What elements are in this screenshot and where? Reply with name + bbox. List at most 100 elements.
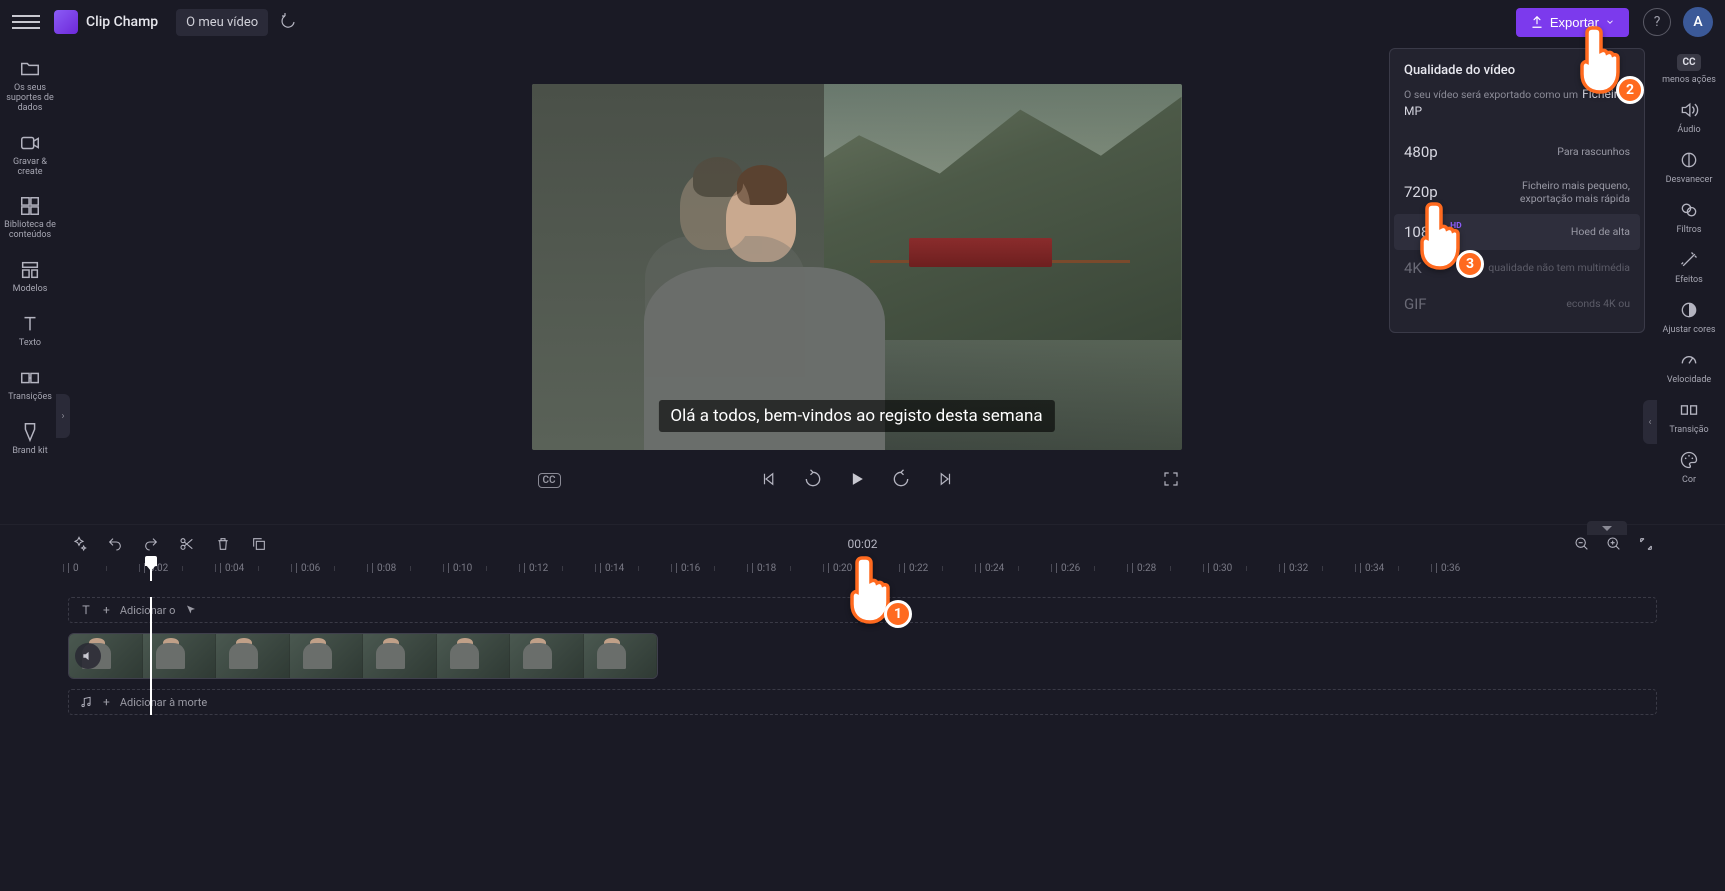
quality-option-720p[interactable]: 720pFicheiro mais pequeno, exportação ma… bbox=[1394, 170, 1640, 214]
sidebar-item-color[interactable]: Cor bbox=[1678, 449, 1700, 485]
sidebar-item-media[interactable]: Os seus suportes de dados bbox=[2, 50, 58, 122]
play-button[interactable] bbox=[846, 468, 868, 490]
duplicate-button[interactable] bbox=[250, 535, 268, 553]
audio-track[interactable]: + Adicionar à morte bbox=[68, 689, 1657, 715]
library-icon bbox=[19, 195, 41, 217]
timeline-ruler[interactable]: 00:020:040:060:080:100:120:140:160:180:2… bbox=[68, 563, 1657, 587]
split-button[interactable] bbox=[178, 535, 196, 553]
sidebar-item-effects[interactable]: Efeitos bbox=[1675, 249, 1703, 285]
playhead-line[interactable] bbox=[150, 597, 152, 715]
app-logo bbox=[54, 10, 78, 34]
sidebar-item-text[interactable]: Texto bbox=[2, 305, 58, 357]
video-frame bbox=[532, 84, 1182, 450]
quality-option-480p[interactable]: 480pPara rascunhos bbox=[1394, 134, 1640, 170]
sidebar-item-label: Modelos bbox=[13, 285, 48, 295]
palette-icon bbox=[1678, 449, 1700, 471]
transition-icon bbox=[1678, 399, 1700, 421]
zoom-fit-button[interactable] bbox=[1637, 535, 1655, 553]
ruler-tick: 0:22 bbox=[904, 563, 928, 574]
timeline-tracks: + Adicionar o + Adicionar à morte bbox=[68, 597, 1657, 715]
clip-thumbnail bbox=[584, 634, 658, 678]
sync-icon[interactable] bbox=[278, 12, 298, 32]
video-canvas[interactable]: Olá a todos, bem-vindos ao registo desta… bbox=[532, 84, 1182, 450]
sidebar-item-label: Brand kit bbox=[12, 447, 47, 457]
sidebar-item-audio[interactable]: Áudio bbox=[1677, 99, 1700, 135]
zoom-out-button[interactable] bbox=[1573, 535, 1591, 553]
sidebar-item-transitions[interactable]: Transições bbox=[2, 359, 58, 411]
fullscreen-button[interactable] bbox=[1160, 468, 1182, 490]
contrast-icon bbox=[1678, 299, 1700, 321]
clip-thumbnail bbox=[216, 634, 290, 678]
text-track[interactable]: + Adicionar o bbox=[68, 597, 1657, 623]
text-icon bbox=[79, 603, 93, 617]
camera-icon bbox=[19, 132, 41, 154]
clip-thumbnail bbox=[363, 634, 437, 678]
ruler-tick: 0:20 bbox=[828, 563, 852, 574]
skip-start-button[interactable] bbox=[758, 468, 780, 490]
ruler-tick: 0:12 bbox=[524, 563, 548, 574]
sidebar-item-library[interactable]: Biblioteca de conteúdos bbox=[2, 187, 58, 249]
expand-right-button[interactable]: ‹ bbox=[1643, 400, 1657, 444]
export-button[interactable]: Exportar bbox=[1516, 8, 1629, 37]
captions-toggle[interactable]: CC bbox=[538, 473, 561, 488]
topbar: Clip Champ O meu vídeo Exportar ? A bbox=[0, 0, 1725, 44]
sidebar-item-adjustcolors[interactable]: Ajustar cores bbox=[1663, 299, 1716, 335]
zoom-in-button[interactable] bbox=[1605, 535, 1623, 553]
timeline-area: 00:02 00:020:040:060:080:100:120:140:160… bbox=[0, 524, 1725, 715]
forward-button[interactable] bbox=[890, 468, 912, 490]
cursor-icon bbox=[185, 604, 197, 616]
transitions-icon bbox=[19, 367, 41, 389]
export-quality-popover: Qualidade do vídeo O seu vídeo será expo… bbox=[1389, 48, 1645, 333]
redo-button[interactable] bbox=[142, 535, 160, 553]
sidebar-item-templates[interactable]: Modelos bbox=[2, 251, 58, 303]
help-button[interactable]: ? bbox=[1643, 8, 1671, 36]
folder-icon bbox=[19, 58, 41, 80]
filters-icon bbox=[1678, 199, 1700, 221]
sidebar-right: CC menos ações Áudio Desvanecer Filtros … bbox=[1653, 44, 1725, 524]
ruler-tick: 0:18 bbox=[752, 563, 776, 574]
user-avatar[interactable]: A bbox=[1683, 7, 1713, 37]
sidebar-item-speed[interactable]: Velocidade bbox=[1667, 349, 1711, 385]
clip-thumbnail bbox=[143, 634, 217, 678]
speed-icon bbox=[1678, 349, 1700, 371]
cc-icon: CC bbox=[1677, 54, 1700, 71]
sidebar-item-filters[interactable]: Filtros bbox=[1676, 199, 1701, 235]
ruler-tick: 0:32 bbox=[1284, 563, 1308, 574]
sidebar-item-record[interactable]: Gravar & create bbox=[2, 124, 58, 186]
timeline-timecode: 00:02 bbox=[848, 537, 878, 551]
ruler-tick: 0:04 bbox=[220, 563, 244, 574]
project-title[interactable]: O meu vídeo bbox=[176, 9, 268, 36]
ruler-tick: 0:14 bbox=[600, 563, 624, 574]
add-icon: + bbox=[103, 603, 110, 617]
quality-option-1080p[interactable]: 1080pHDHoed de alta bbox=[1394, 214, 1640, 250]
speaker-icon bbox=[1678, 99, 1700, 121]
popover-subtitle: O seu vídeo será exportado como umFichei… bbox=[1404, 86, 1630, 120]
skip-end-button[interactable] bbox=[934, 468, 956, 490]
delete-button[interactable] bbox=[214, 535, 232, 553]
player-controls: CC bbox=[532, 468, 1182, 490]
sidebar-item-captions[interactable]: CC menos ações bbox=[1662, 54, 1716, 85]
sidebar-item-transition[interactable]: Transição bbox=[1669, 399, 1708, 435]
ruler-tick: 0:10 bbox=[448, 563, 472, 574]
magic-tool[interactable] bbox=[70, 535, 88, 553]
subtitle-text: Olá a todos, bem-vindos ao registo desta… bbox=[658, 400, 1054, 432]
ruler-tick: 0:30 bbox=[1208, 563, 1232, 574]
add-icon: + bbox=[103, 695, 110, 709]
video-clip[interactable] bbox=[68, 633, 658, 679]
sidebar-item-label: Transições bbox=[8, 393, 52, 403]
sidebar-item-label: Gravar & create bbox=[4, 158, 56, 178]
undo-button[interactable] bbox=[106, 535, 124, 553]
menu-button[interactable] bbox=[12, 8, 40, 36]
sidebar-item-brandkit[interactable]: Brand kit bbox=[2, 413, 58, 465]
video-track[interactable] bbox=[68, 631, 1657, 681]
fade-icon bbox=[1678, 149, 1700, 171]
ruler-tick: 0:34 bbox=[1360, 563, 1384, 574]
clip-thumbnail bbox=[290, 634, 364, 678]
playhead-marker[interactable] bbox=[150, 563, 152, 581]
mute-icon[interactable] bbox=[75, 643, 101, 669]
rewind-button[interactable] bbox=[802, 468, 824, 490]
ruler-tick: 0:06 bbox=[296, 563, 320, 574]
app-name: Clip Champ bbox=[86, 14, 158, 30]
sidebar-item-fade[interactable]: Desvanecer bbox=[1666, 149, 1713, 185]
quality-option-gif: GIFeconds 4K ou bbox=[1394, 286, 1640, 322]
